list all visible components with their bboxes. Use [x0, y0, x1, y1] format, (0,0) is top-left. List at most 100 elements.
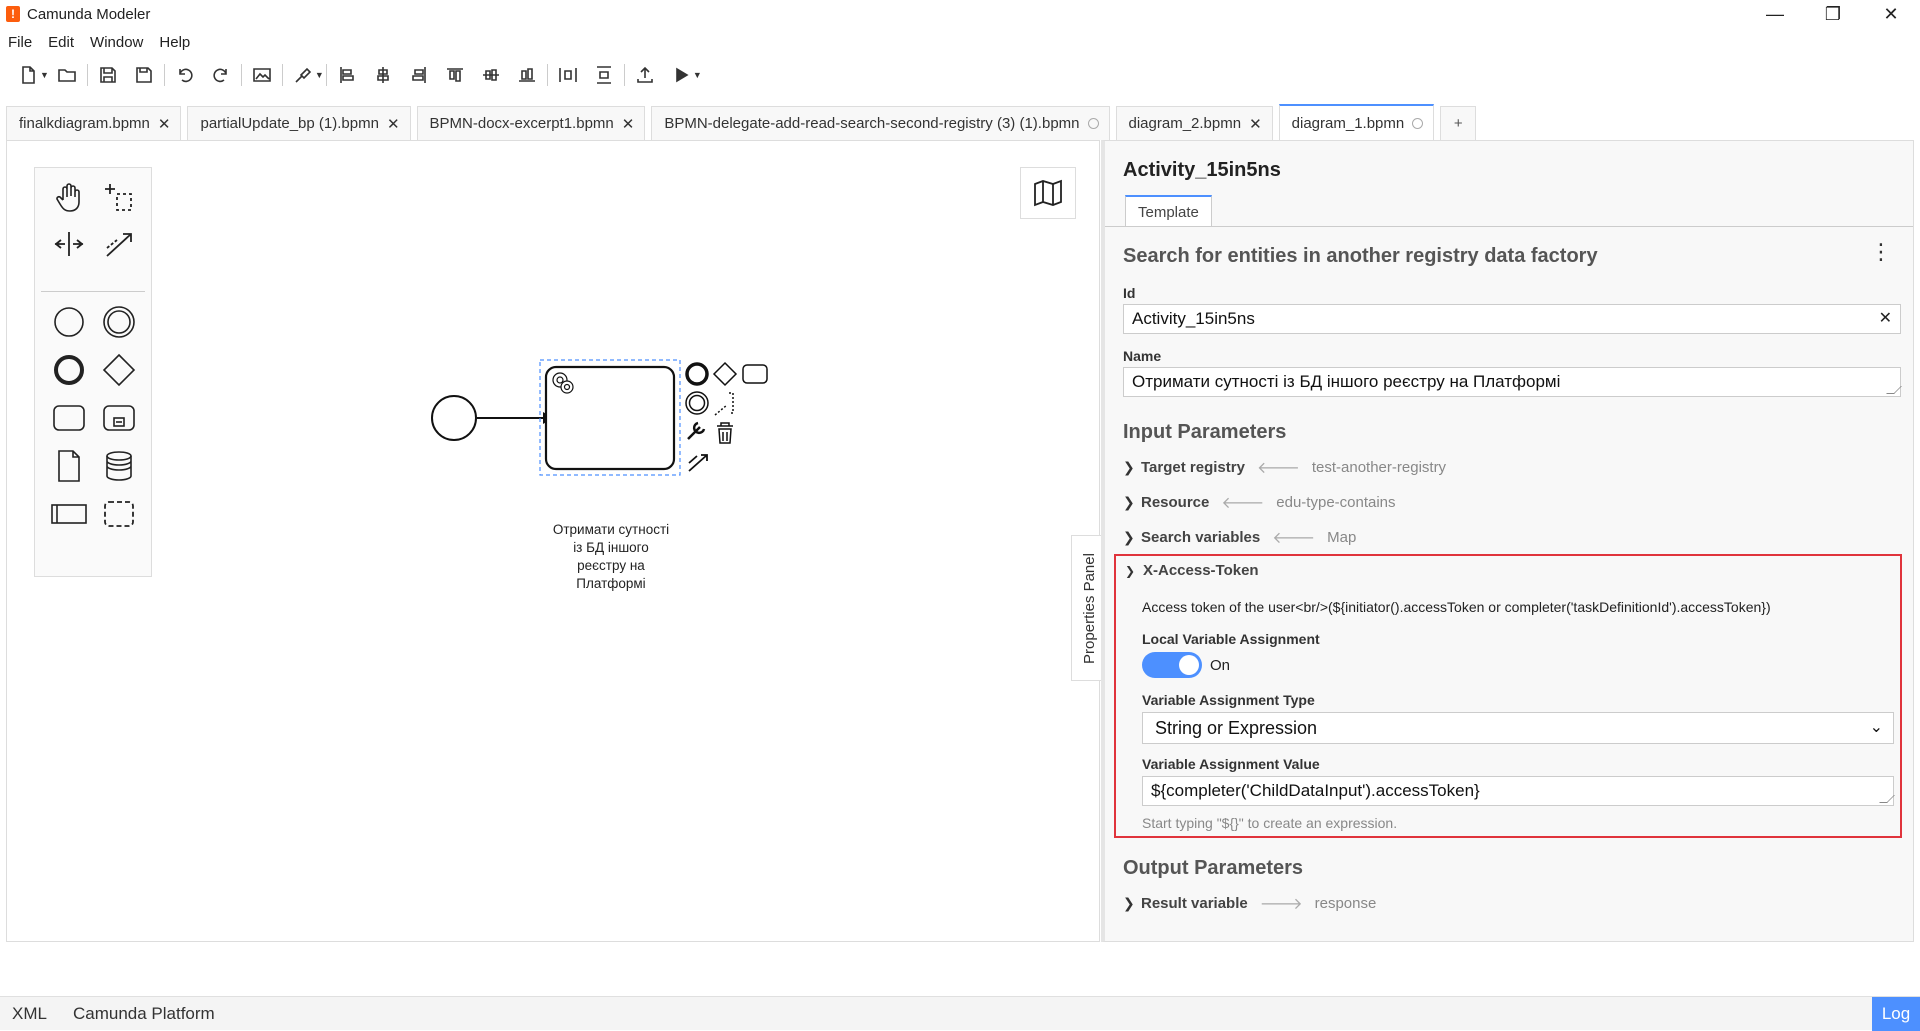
- file-tabs: finalkdiagram.bpmn ✕ partialUpdate_bp (1)…: [6, 104, 1482, 140]
- tab-template[interactable]: Template: [1125, 195, 1212, 227]
- redo-button[interactable]: [203, 60, 239, 90]
- distribute-vertical-icon: [596, 66, 611, 84]
- redo-icon: [213, 68, 227, 83]
- save-as-button[interactable]: [126, 60, 162, 90]
- tab-bpmn-docx-excerpt[interactable]: BPMN-docx-excerpt1.bpmn ✕: [416, 106, 646, 140]
- wrench-icon[interactable]: [687, 421, 706, 440]
- camunda-logo-icon: !: [6, 6, 20, 22]
- align-right-icon: [412, 67, 426, 83]
- menu-help[interactable]: Help: [151, 34, 198, 51]
- id-label: Id: [1123, 285, 1136, 301]
- align-right-button[interactable]: [401, 60, 437, 90]
- tab-diagram-2[interactable]: diagram_2.bpmn ✕: [1115, 106, 1273, 140]
- chevron-right-icon: ❯: [1123, 494, 1135, 510]
- start-event[interactable]: [431, 395, 477, 441]
- align-center-button[interactable]: [365, 60, 401, 90]
- status-bar: XML Camunda Platform Log: [0, 996, 1920, 1031]
- menu-edit[interactable]: Edit: [40, 34, 82, 51]
- add-tab-button[interactable]: +: [1440, 106, 1477, 140]
- save-icon: [100, 67, 116, 83]
- play-icon: [676, 67, 689, 83]
- tab-diagram-1[interactable]: diagram_1.bpmn: [1278, 104, 1435, 140]
- input-parameters-title: Input Parameters: [1123, 421, 1287, 443]
- toolbar-divider: [240, 64, 242, 86]
- minimize-button[interactable]: —: [1746, 0, 1804, 28]
- deploy-button[interactable]: [627, 60, 663, 90]
- tab-label: diagram_2.bpmn: [1128, 115, 1242, 132]
- image-icon: [253, 68, 271, 82]
- tab-bpmn-delegate[interactable]: BPMN-delegate-add-read-search-second-reg…: [651, 106, 1110, 140]
- param-value: response: [1314, 895, 1377, 912]
- highlight-annotation: [1114, 554, 1902, 838]
- param-value: edu-type-contains: [1276, 494, 1396, 511]
- input-param-resource[interactable]: ❯ Resource 🡐 edu-type-contains: [1123, 492, 1396, 513]
- undo-button[interactable]: [167, 60, 203, 90]
- diagram-canvas[interactable]: Отримати сутності із БД іншого реєстру н…: [6, 140, 1107, 942]
- clear-icon[interactable]: ✕: [1879, 308, 1892, 328]
- chevron-down-icon[interactable]: ▼: [40, 70, 49, 80]
- output-parameters-title: Output Parameters: [1123, 857, 1304, 879]
- toolbar-divider: [163, 64, 165, 86]
- export-image-button[interactable]: [244, 60, 280, 90]
- close-icon[interactable]: ✕: [1249, 115, 1262, 133]
- tab-finalkdiagram[interactable]: finalkdiagram.bpmn ✕: [6, 106, 182, 140]
- append-task-icon[interactable]: [742, 364, 768, 384]
- tab-label: diagram_1.bpmn: [1291, 114, 1405, 132]
- close-icon[interactable]: ✕: [387, 115, 400, 133]
- open-file-button[interactable]: [49, 60, 85, 90]
- unsaved-dot-icon[interactable]: [1087, 118, 1099, 129]
- text-annotation-icon[interactable]: [714, 392, 734, 416]
- save-button[interactable]: [90, 60, 126, 90]
- resize-handle-icon[interactable]: [1886, 386, 1902, 394]
- align-left-button[interactable]: [329, 60, 365, 90]
- tab-partialupdate[interactable]: partialUpdate_bp (1).bpmn ✕: [187, 106, 411, 140]
- inner-ring-icon: [688, 394, 706, 412]
- upload-icon: [637, 66, 653, 83]
- trash-icon[interactable]: [717, 422, 733, 444]
- append-gateway-icon[interactable]: [712, 361, 738, 387]
- align-middle-button[interactable]: [473, 60, 509, 90]
- platform-label[interactable]: Camunda Platform: [73, 1004, 215, 1024]
- close-icon[interactable]: ✕: [158, 115, 171, 133]
- chevron-down-icon[interactable]: ▼: [315, 70, 324, 80]
- menu-file[interactable]: File: [0, 34, 40, 51]
- arrow-left-icon: 🡐: [1221, 495, 1265, 512]
- app-title: Camunda Modeler: [27, 5, 151, 23]
- distribute-horizontal-icon: [559, 68, 577, 82]
- distribute-horizontal-button[interactable]: [550, 60, 586, 90]
- service-task-label: Отримати сутності із БД іншого реєстру н…: [552, 522, 670, 591]
- undo-icon: [179, 68, 193, 83]
- param-name: Resource: [1141, 494, 1210, 511]
- output-param-result-variable[interactable]: ❯ Result variable 🡒 response: [1123, 893, 1376, 914]
- close-icon[interactable]: ✕: [622, 115, 635, 133]
- align-center-icon: [377, 67, 389, 83]
- id-field[interactable]: Activity_15in5ns ✕: [1123, 304, 1901, 334]
- align-left-icon: [340, 67, 354, 83]
- distribute-vertical-button[interactable]: [586, 60, 622, 90]
- align-bottom-button[interactable]: [509, 60, 545, 90]
- tab-label: finalkdiagram.bpmn: [19, 115, 150, 132]
- param-value: Map: [1327, 529, 1357, 546]
- align-top-button[interactable]: [437, 60, 473, 90]
- input-param-target-registry[interactable]: ❯ Target registry 🡐 test-another-registr…: [1123, 457, 1446, 478]
- log-button[interactable]: Log: [1872, 997, 1920, 1031]
- chevron-right-icon: ❯: [1123, 895, 1135, 911]
- param-value: test-another-registry: [1311, 459, 1447, 476]
- tab-label: BPMN-delegate-add-read-search-second-reg…: [664, 115, 1080, 132]
- append-end-event-icon[interactable]: [685, 362, 709, 386]
- save-as-icon: [136, 67, 152, 83]
- chevron-down-icon[interactable]: ▼: [693, 70, 702, 80]
- connect-icon[interactable]: [688, 454, 708, 472]
- more-options-icon[interactable]: ⋮: [1870, 241, 1892, 263]
- unsaved-dot-icon[interactable]: [1412, 117, 1424, 129]
- menu-window[interactable]: Window: [82, 34, 151, 51]
- toolbar-divider: [281, 64, 283, 86]
- properties-panel-toggle-label: Properties Panel: [1081, 552, 1098, 664]
- close-window-button[interactable]: ✕: [1862, 0, 1920, 28]
- xml-view-button[interactable]: XML: [12, 1004, 47, 1024]
- input-param-search-variables[interactable]: ❯ Search variables 🡐 Map: [1123, 527, 1356, 548]
- name-value: Отримати сутності із БД іншого реєстру н…: [1132, 372, 1561, 391]
- restore-button[interactable]: ❐: [1804, 0, 1862, 28]
- name-field[interactable]: Отримати сутності із БД іншого реєстру н…: [1123, 367, 1902, 397]
- menu-bar: File Edit Window Help: [0, 30, 198, 54]
